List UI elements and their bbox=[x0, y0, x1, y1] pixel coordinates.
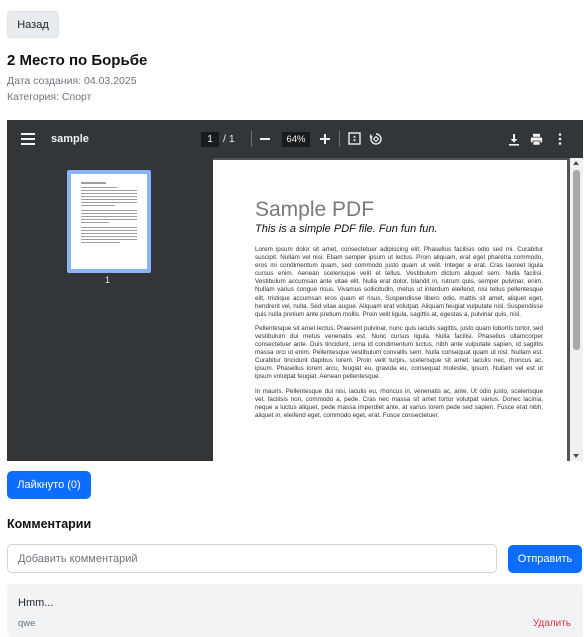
page-title: 2 Место по Борьбе bbox=[7, 52, 148, 69]
like-button[interactable]: Лайкнуто (0) bbox=[7, 471, 91, 499]
category-label: Категория: Спорт bbox=[7, 91, 92, 103]
toolbar-divider bbox=[251, 131, 252, 147]
pdf-file-name: sample bbox=[51, 133, 89, 145]
pdf-heading: Sample PDF bbox=[255, 198, 375, 221]
pdf-paragraph: Lorem ipsum dolor sit amet, consectetuer… bbox=[255, 246, 543, 318]
back-button[interactable]: Назад bbox=[7, 11, 59, 38]
pdf-paragraph: Pellentesque sit amet lectus. Praesent p… bbox=[255, 324, 543, 381]
scroll-up-arrow-icon[interactable] bbox=[573, 161, 579, 165]
zoom-out-icon[interactable] bbox=[258, 132, 272, 146]
zoom-in-icon[interactable] bbox=[318, 132, 332, 146]
download-icon[interactable] bbox=[507, 132, 521, 146]
comment-author: qwe bbox=[18, 618, 36, 629]
created-date: Дата создания: 04.03.2025 bbox=[7, 75, 137, 87]
print-icon[interactable] bbox=[529, 132, 543, 146]
page-total: / 1 bbox=[223, 133, 235, 145]
pdf-scrollbar[interactable] bbox=[570, 158, 583, 461]
more-icon[interactable] bbox=[555, 132, 565, 146]
pdf-page: Sample PDF This is a simple PDF file. Fu… bbox=[213, 160, 567, 461]
page-number-input[interactable]: 1 bbox=[201, 132, 219, 147]
thumbnail-sidebar: 1 bbox=[7, 158, 213, 461]
pdf-subheading: This is a simple PDF file. Fun fun fun. bbox=[255, 223, 438, 235]
pdf-paragraph: In mauris. Pellentesque dui nisi, iaculi… bbox=[255, 387, 543, 419]
page-thumbnail[interactable] bbox=[67, 170, 151, 273]
send-comment-button[interactable]: Отправить bbox=[508, 545, 582, 573]
fit-page-icon[interactable] bbox=[347, 131, 362, 146]
rotate-icon[interactable] bbox=[368, 131, 383, 146]
comment-item: Hmm... qwe Удалить bbox=[7, 584, 583, 637]
scroll-down-arrow-icon[interactable] bbox=[573, 454, 579, 458]
toolbar-divider bbox=[339, 131, 340, 147]
pdf-toolbar: sample 1 / 1 64% bbox=[7, 120, 583, 158]
comments-heading: Комментарии bbox=[7, 517, 92, 531]
zoom-level-input[interactable]: 64% bbox=[282, 132, 310, 147]
menu-icon[interactable] bbox=[21, 132, 35, 146]
thumbnail-page-number: 1 bbox=[105, 275, 111, 285]
scrollbar-thumb[interactable] bbox=[573, 170, 580, 350]
comment-input[interactable] bbox=[7, 544, 497, 573]
delete-comment-link[interactable]: Удалить bbox=[533, 618, 571, 629]
comment-text: Hmm... bbox=[18, 597, 54, 609]
pdf-viewer[interactable]: sample 1 / 1 64% 1 Sample PDF This is a … bbox=[7, 120, 583, 461]
